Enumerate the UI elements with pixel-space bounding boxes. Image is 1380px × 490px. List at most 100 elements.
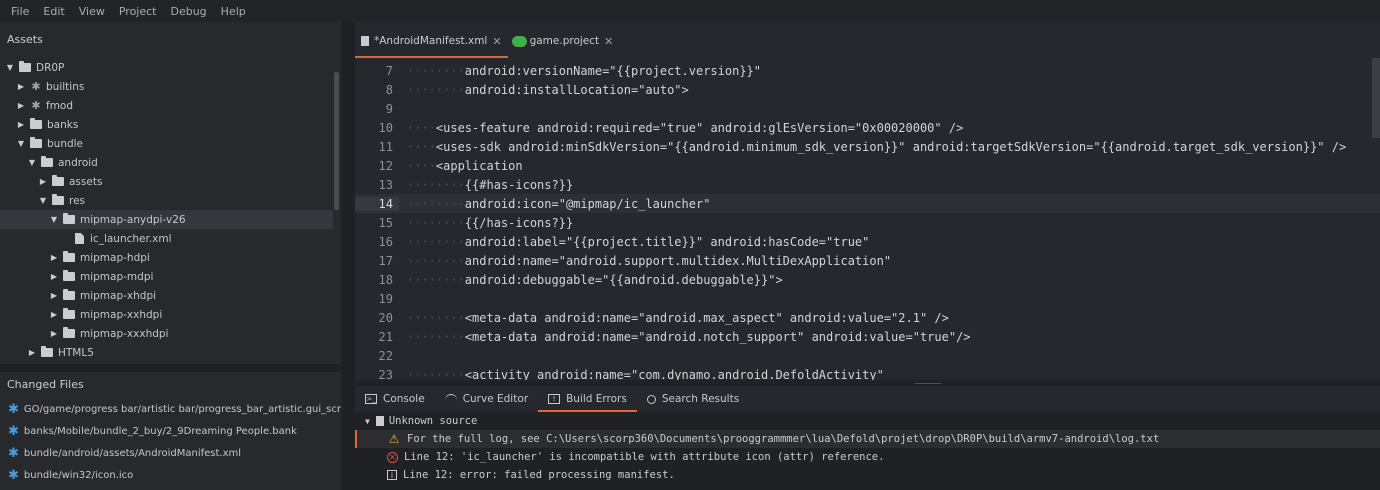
tree-item[interactable]: ▼ mipmap-anydpi-v26: [0, 210, 333, 229]
line-number: 19: [378, 291, 393, 306]
chevron-right-icon[interactable]: ▶: [48, 290, 60, 302]
chevron-right-icon[interactable]: ▶: [48, 271, 60, 283]
code-line[interactable]: 8 ········ android:installLocation="auto">: [355, 80, 1380, 99]
error-item-error[interactable]: ✕ Line 12: 'ic_launcher' is incompatible…: [355, 448, 1380, 466]
editor-tabs: *AndroidManifest.xml ✕ game.project ✕: [355, 22, 1380, 58]
changed-file-item[interactable]: ✱ bundle/win32/icon.ico: [0, 464, 341, 486]
menu-debug[interactable]: Debug: [163, 5, 213, 18]
menu-view[interactable]: View: [72, 5, 112, 18]
chevron-down-icon[interactable]: ▼: [48, 214, 60, 226]
tab-search-results[interactable]: Search Results: [637, 386, 749, 412]
panel-divider[interactable]: [0, 364, 341, 372]
indent-guide: ········: [407, 310, 465, 325]
tree-item-label: banks: [47, 118, 79, 131]
menu-project[interactable]: Project: [112, 5, 164, 18]
tree-item[interactable]: ▼ DR0P: [0, 58, 341, 77]
chevron-right-icon[interactable]: ▶: [37, 176, 49, 188]
document-icon: [361, 36, 369, 46]
close-icon[interactable]: ✕: [604, 35, 613, 48]
folder-icon: [52, 175, 64, 186]
tab-console[interactable]: >_ Console: [355, 386, 435, 412]
changed-file-item[interactable]: ✱ banks/Mobile/bundle_2_buy/2_9Dreaming P…: [0, 420, 341, 442]
tree-item[interactable]: ▶ mipmap-xxxhdpi: [0, 324, 341, 343]
code-line[interactable]: 19: [355, 289, 1380, 308]
tree-item-label: bundle: [47, 137, 84, 150]
code-line[interactable]: 23 ········ <activity android:name="com.dy…: [355, 365, 1380, 381]
error-text: For the full log, see C:\Users\scorp360\…: [407, 433, 1160, 445]
editor-scrollbar[interactable]: [1372, 58, 1380, 138]
changed-file-item[interactable]: ✱ bundle/android/assets/AndroidManifest.x…: [0, 442, 341, 464]
code-line[interactable]: 17 ········ android:name="android.support.…: [355, 251, 1380, 270]
chevron-down-icon[interactable]: ▼: [37, 195, 49, 207]
code-line[interactable]: 21 ········ <meta-data android:name="andro…: [355, 327, 1380, 346]
tree-item[interactable]: ▼ bundle: [0, 134, 341, 153]
modified-icon: ✱: [8, 423, 19, 439]
tab-android-manifest[interactable]: *AndroidManifest.xml ✕: [355, 24, 508, 58]
tree-item[interactable]: ic_launcher.xml: [0, 229, 341, 248]
code-line[interactable]: 20 ········ <meta-data android:name="andro…: [355, 308, 1380, 327]
error-item-info[interactable]: i Line 12: error: failed processing mani…: [355, 466, 1380, 484]
code-line[interactable]: 22: [355, 346, 1380, 365]
asset-tree-scrollbar[interactable]: [334, 72, 339, 210]
tree-item[interactable]: ▶ banks: [0, 115, 341, 134]
code-line[interactable]: 18 ········ android:debuggable="{{android.…: [355, 270, 1380, 289]
menu-help[interactable]: Help: [214, 5, 253, 18]
curve-icon: [444, 394, 457, 404]
code-text: android:icon="@mipmap/ic_launcher": [464, 196, 711, 211]
code-line[interactable]: 16 ········ android:label="{{project.title…: [355, 232, 1380, 251]
build-errors-panel: ▼ Unknown source ⚠ For the full log, see…: [355, 412, 1380, 490]
chevron-down-icon[interactable]: ▼: [15, 138, 27, 150]
tree-item[interactable]: ▶ mipmap-xxhdpi: [0, 305, 341, 324]
tab-game-project[interactable]: game.project ✕: [508, 24, 620, 58]
code-line[interactable]: 13 ········ {{#has-icons?}}: [355, 175, 1380, 194]
code-line[interactable]: 11 ···· <uses-sdk android:minSdkVersion="{…: [355, 137, 1380, 156]
search-icon: [646, 394, 656, 404]
folder-icon: [52, 194, 64, 205]
chevron-right-icon[interactable]: ▶: [15, 81, 27, 93]
close-icon[interactable]: ✕: [492, 35, 501, 48]
chevron-down-icon[interactable]: ▼: [26, 157, 38, 169]
code-line[interactable]: 7 ········ android:versionName="{{project.…: [355, 61, 1380, 80]
line-number: 8: [385, 82, 393, 97]
menu-file[interactable]: File: [4, 5, 36, 18]
asset-tree: ▼ DR0P ▶ ✱ builtins ▶ ✱ fmod ▶ banks ▼ bundle ▼ andro…: [0, 58, 341, 364]
chevron-down-icon[interactable]: ▼: [4, 62, 16, 74]
changed-file-item[interactable]: ✱ GO/game/progress bar/artistic bar/progr…: [0, 398, 354, 420]
tree-item[interactable]: ▶ ✱ fmod: [0, 96, 341, 115]
code-line[interactable]: 10 ···· <uses-feature android:required="tr…: [355, 118, 1380, 137]
library-icon: ✱: [31, 79, 41, 93]
code-line[interactable]: 12 ···· <application: [355, 156, 1380, 175]
chevron-right-icon[interactable]: ▶: [15, 119, 27, 131]
line-number: 7: [385, 63, 393, 78]
tree-item[interactable]: ▶ mipmap-xhdpi: [0, 286, 341, 305]
chevron-right-icon[interactable]: ▶: [15, 100, 27, 112]
code-line[interactable]: 15 ········ {{/has-icons?}}: [355, 213, 1380, 232]
menu-edit[interactable]: Edit: [36, 5, 71, 18]
indent-guide: ········: [407, 272, 465, 287]
vertical-splitter[interactable]: [341, 22, 355, 490]
chevron-right-icon[interactable]: ▶: [48, 252, 60, 264]
line-number: 18: [378, 272, 393, 287]
tab-curve-editor[interactable]: Curve Editor: [435, 386, 538, 412]
chevron-right-icon[interactable]: ▶: [26, 347, 38, 359]
code-editor[interactable]: 7 ········ android:versionName="{{project.…: [355, 58, 1380, 380]
tree-item[interactable]: ▶ mipmap-mdpi: [0, 267, 341, 286]
tab-label: *AndroidManifest.xml: [374, 35, 488, 47]
tree-item-label: mipmap-hdpi: [80, 251, 150, 264]
code-line[interactable]: 9: [355, 99, 1380, 118]
tree-item[interactable]: ▼ res: [0, 191, 341, 210]
tree-item[interactable]: ▶ assets: [0, 172, 341, 191]
tree-item[interactable]: ▶ HTML5: [0, 343, 341, 362]
error-item-warning[interactable]: ⚠ For the full log, see C:\Users\scorp36…: [355, 430, 1380, 448]
tree-item[interactable]: ▶ ✱ builtins: [0, 77, 341, 96]
tree-item[interactable]: ▼ android: [0, 153, 341, 172]
tab-build-errors[interactable]: ! Build Errors: [538, 386, 637, 412]
chevron-right-icon[interactable]: ▶: [48, 309, 60, 321]
tree-item[interactable]: ▶ mipmap-hdpi: [0, 248, 341, 267]
chevron-right-icon[interactable]: ▶: [48, 328, 60, 340]
chevron-down-icon[interactable]: ▼: [365, 417, 370, 426]
error-group[interactable]: ▼ Unknown source: [355, 412, 1380, 430]
code-line[interactable]: 14 ········ android:icon="@mipmap/ic_launc…: [355, 194, 1380, 213]
tree-item-label: ic_launcher.xml: [90, 232, 172, 245]
code-text: android:versionName="{{project.version}}…: [464, 63, 762, 78]
